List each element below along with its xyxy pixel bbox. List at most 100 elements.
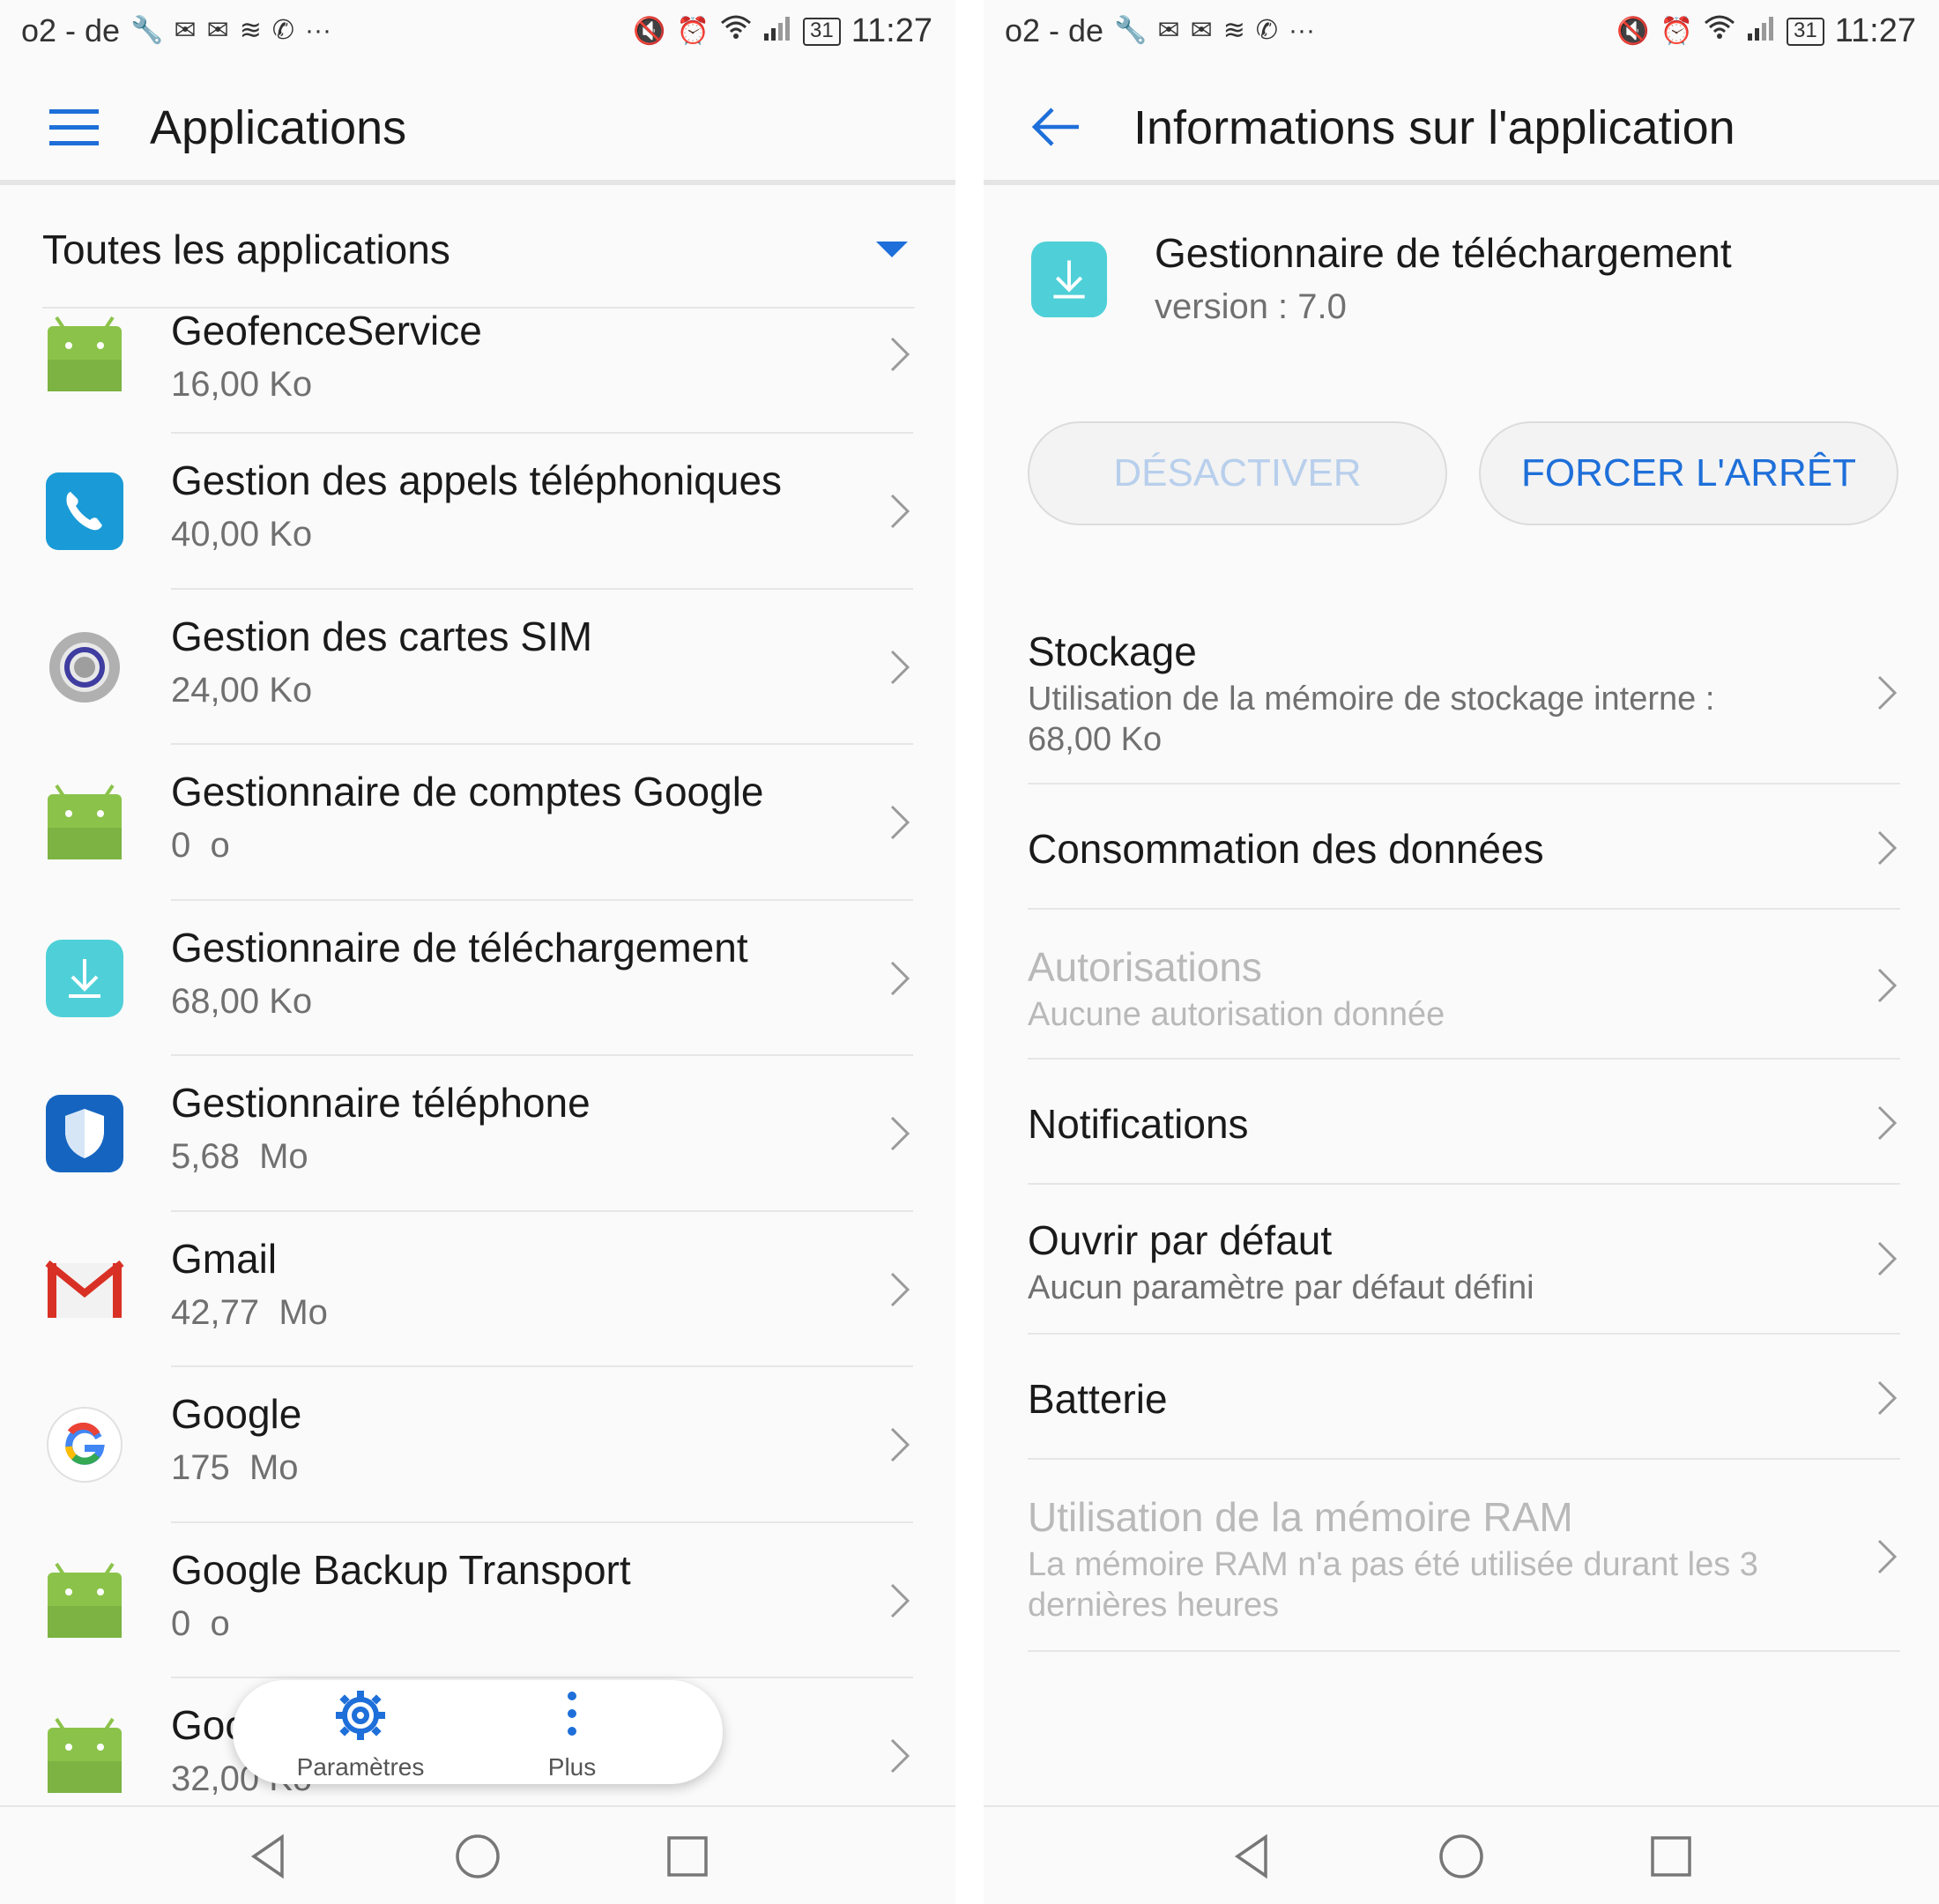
chevron-right-icon [890,337,910,372]
status-time: 11:27 [1834,12,1916,49]
setting-subtitle: Aucune autorisation donnée [1028,996,1445,1033]
google-icon [47,1407,123,1483]
signal-icon [762,14,792,48]
list-item[interactable]: GeofenceService 16,00 Ko [0,308,955,434]
settings-button[interactable]: Paramètres [286,1687,435,1781]
more-vertical-icon [568,1692,576,1736]
more-button[interactable]: Plus [524,1687,620,1781]
app-name: GeofenceService [171,308,482,353]
list-item[interactable]: Google 175 Mo [0,1367,955,1523]
disable-button[interactable]: DÉSACTIVER [1028,421,1447,525]
app-version: version : 7.0 [1155,287,1347,326]
home-nav-icon[interactable] [453,1832,502,1881]
android-icon [48,316,122,391]
list-item[interactable]: Gmail 42,77 Mo [0,1212,955,1367]
app-filter-dropdown[interactable]: Toutes les applications [42,190,915,309]
app-info-screen: o2 - de 🔧 ✉ ✉ ≋ ✆ ··· 🔇 ⏰ 31 11:27 Infor… [984,0,1939,1904]
download-icon [1030,241,1108,318]
alarm-icon: ⏰ [676,16,710,46]
list-item[interactable]: Gestionnaire de comptes Google 0 o [0,745,955,901]
setting-subtitle-continued: dernières heures [1028,1587,1280,1624]
list-item[interactable]: Gestionnaire de téléchargement 68,00 Ko [0,901,955,1056]
gmail-icon [45,1260,124,1318]
setting-notifications[interactable]: Notifications [1028,1060,1900,1185]
wrench-icon: 🔧 [1114,16,1148,45]
android-icon [48,1717,122,1793]
gear-icon [336,1691,385,1740]
mute-icon: 🔇 [1616,16,1650,46]
chevron-right-icon [890,1116,910,1151]
menu-icon[interactable] [49,108,99,146]
setting-title: Batterie [1028,1376,1168,1422]
setting-open-by-default[interactable]: Ouvrir par défaut Aucun paramètre par dé… [1028,1185,1900,1335]
battery-icon: 31 [803,17,841,46]
chevron-right-icon [890,494,910,529]
back-nav-icon[interactable] [243,1832,293,1881]
wrench-icon: 🔧 [130,16,164,45]
setting-storage[interactable]: Stockage Utilisation de la mémoire de st… [1028,617,1900,785]
app-name: Gestionnaire de comptes Google [171,769,764,814]
chevron-right-icon [1877,675,1898,710]
battery-icon: 31 [1787,17,1824,46]
app-name: Gestionnaire de téléchargement [171,924,748,971]
dropdown-caret-icon [876,242,908,257]
mail-icon: ✉ [174,16,197,45]
app-name: Gestionnaire de téléchargement [1155,230,1732,276]
setting-title: Autorisations [1028,944,1262,990]
divider [1028,1650,1900,1652]
chevron-right-icon [890,650,910,684]
chevron-right-icon [890,1427,910,1462]
setting-title: Notifications [1028,1101,1249,1147]
nav-bar [984,1805,1939,1904]
alarm-icon: ⏰ [1660,16,1694,46]
floating-action-bar: Paramètres Plus [233,1680,723,1784]
list-item[interactable]: Gestionnaire téléphone 5,68 Mo [0,1056,955,1212]
app-name: Gmail [171,1235,278,1282]
setting-subtitle: Utilisation de la mémoire de stockage in… [1028,681,1715,718]
recents-nav-icon[interactable] [1646,1832,1696,1881]
app-name: Google Backup Transport [171,1546,631,1593]
app-size: 40,00 Ko [171,515,313,554]
back-arrow-icon[interactable] [1029,100,1082,153]
app-name: Gestion des cartes SIM [171,613,593,659]
chevron-right-icon [890,1738,910,1774]
chevron-right-icon [890,961,910,995]
page-title: Applications [150,101,407,154]
wifi-icon [1704,14,1735,48]
android-icon [48,1562,122,1638]
app-list: GeofenceService 16,00 Ko Gestion des app… [0,308,955,1834]
settings-gear-icon [49,631,120,703]
recents-nav-icon[interactable] [663,1832,712,1881]
cast-icon: ≋ [1222,16,1245,45]
setting-data-usage[interactable]: Consommation des données [1028,785,1900,910]
list-item[interactable]: Gestion des appels téléphoniques 40,00 K… [0,434,955,590]
app-name: Gestion des appels téléphoniques [171,457,783,503]
gmail-icon: ✉ [1190,16,1213,45]
whatsapp-icon: ✆ [1255,16,1278,45]
setting-battery[interactable]: Batterie [1028,1335,1900,1460]
force-stop-button[interactable]: FORCER L'ARRÊT [1479,421,1898,525]
status-bar: o2 - de 🔧 ✉ ✉ ≋ ✆ ··· 🔇 ⏰ 31 11:27 [0,0,955,62]
chevron-right-icon [1877,1380,1898,1416]
back-nav-icon[interactable] [1227,1832,1276,1881]
download-icon [46,939,123,1017]
app-bar: Applications [0,62,955,185]
settings-label: Paramètres [296,1753,425,1781]
whatsapp-icon: ✆ [271,16,294,45]
app-size: 0 o [171,826,230,865]
setting-subtitle: La mémoire RAM n'a pas été utilisée dura… [1028,1546,1758,1583]
list-item[interactable]: Google Backup Transport 0 o [0,1523,955,1678]
app-bar: Informations sur l'application [984,62,1939,185]
list-item[interactable]: Gestion des cartes SIM 24,00 Ko [0,590,955,745]
status-bar: o2 - de 🔧 ✉ ✉ ≋ ✆ ··· 🔇 ⏰ 31 11:27 [984,0,1939,62]
app-name: Google [171,1391,302,1437]
wifi-icon [720,14,752,48]
mute-icon: 🔇 [633,16,666,46]
chevron-right-icon [890,805,910,840]
setting-value: 68,00 Ko [1028,721,1163,758]
chevron-right-icon [1877,1105,1898,1141]
app-size: 175 Mo [171,1448,299,1487]
home-nav-icon[interactable] [1437,1832,1486,1881]
chevron-right-icon [1877,1539,1898,1574]
mail-icon: ✉ [1157,16,1180,45]
